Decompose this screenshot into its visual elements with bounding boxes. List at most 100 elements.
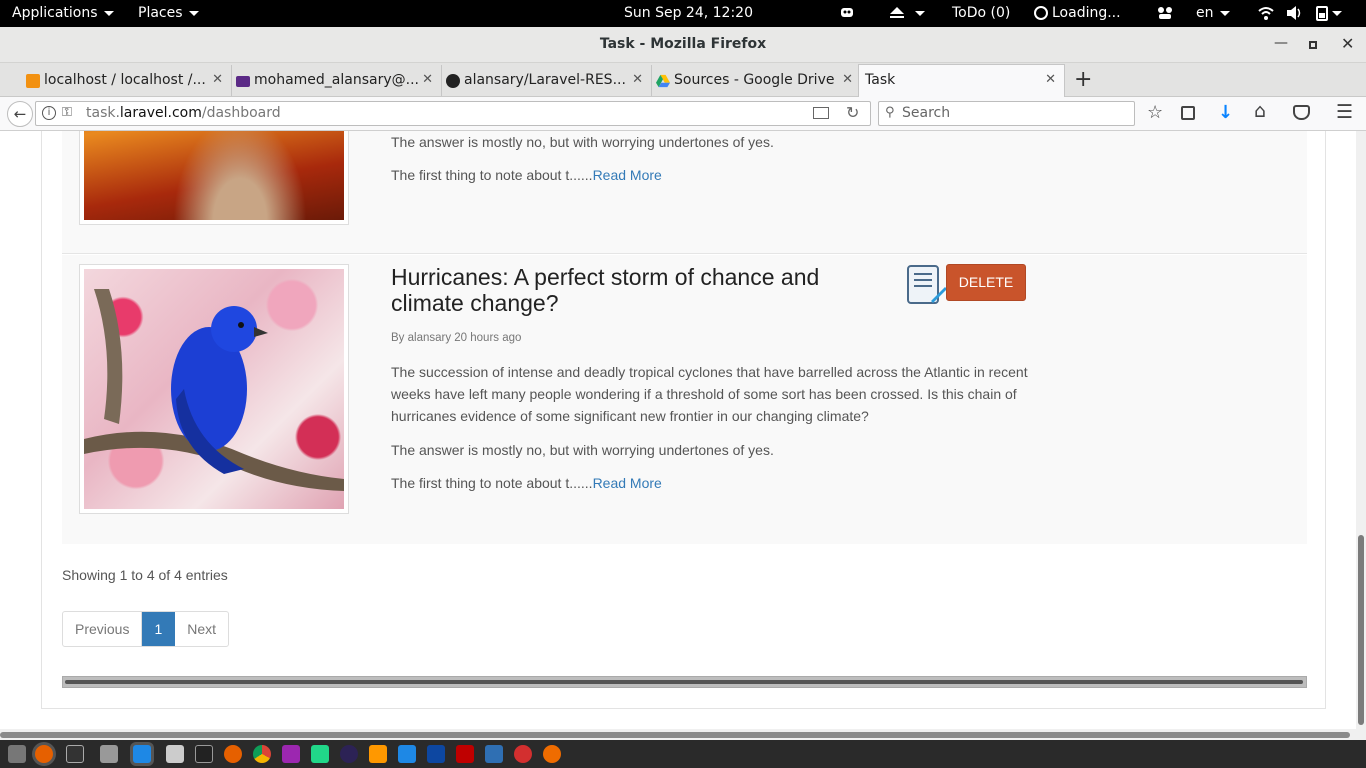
text-editor-icon[interactable] (166, 745, 184, 763)
edit-icon[interactable] (907, 265, 947, 305)
pycharm-icon[interactable] (311, 745, 329, 763)
eject-icon[interactable] (889, 4, 925, 24)
back-icon[interactable]: ← (7, 101, 33, 127)
bookmarks-library-icon[interactable] (1181, 106, 1195, 120)
filezilla-icon[interactable] (456, 745, 474, 763)
mail-icon (236, 76, 250, 87)
terminal-icon[interactable] (66, 745, 84, 763)
github-icon (446, 74, 460, 88)
person-icon (1034, 6, 1048, 20)
page-1-button[interactable]: 1 (142, 612, 176, 646)
robot-icon[interactable] (839, 4, 855, 24)
firefox-icon[interactable] (224, 745, 242, 763)
search-bar[interactable]: ⚲ Search (878, 101, 1135, 126)
post-teaser: The first thing to note about t......Rea… (391, 472, 1031, 494)
places-label: Places (138, 5, 183, 21)
close-tab-icon[interactable]: ✕ (632, 72, 643, 87)
downloads-icon[interactable]: ↓ (1218, 102, 1233, 123)
close-tab-icon[interactable]: ✕ (842, 72, 853, 87)
phpmyadmin-icon (26, 74, 40, 88)
gimp-icon[interactable] (543, 745, 561, 763)
close-tab-icon[interactable]: ✕ (212, 72, 223, 87)
firefox-icon[interactable] (35, 745, 53, 763)
files-icon[interactable] (100, 745, 118, 763)
scrollbar-thumb[interactable] (0, 732, 1350, 738)
tab-label: Sources - Google Drive (674, 72, 835, 88)
minimize-icon[interactable]: — (1274, 35, 1288, 51)
gnome-foot-icon[interactable] (8, 745, 26, 763)
eclipse-icon[interactable] (340, 745, 358, 763)
bookmark-star-icon[interactable]: ☆ (1147, 102, 1163, 123)
delete-button[interactable]: DELETE (946, 264, 1026, 301)
close-icon[interactable]: ✕ (1341, 34, 1354, 53)
terminal-icon[interactable] (195, 745, 213, 763)
new-tab-icon[interactable]: + (1074, 67, 1092, 92)
scrollbar-thumb[interactable] (1358, 535, 1364, 725)
taskbar (0, 740, 1366, 768)
autumn-path-image (84, 131, 344, 220)
todo-indicator[interactable]: ToDo (0) (952, 5, 1010, 21)
page-content: The answer is mostly no, but with worryi… (0, 131, 1356, 729)
post-title[interactable]: Hurricanes: A perfect storm of chance an… (391, 264, 891, 316)
page-horizontal-scrollbar[interactable] (0, 729, 1366, 740)
clock[interactable]: Sun Sep 24, 12:20 (624, 5, 753, 21)
wifi-icon[interactable] (1258, 5, 1274, 25)
language-menu[interactable]: en (1196, 5, 1230, 21)
chrome-icon[interactable] (253, 745, 271, 763)
scrollbar-thumb[interactable] (65, 680, 1303, 684)
tab-phpmyadmin[interactable]: localhost / localhost /... ✕ (20, 65, 232, 96)
menu-icon[interactable]: ☰ (1336, 101, 1353, 123)
post-answer: The answer is mostly no, but with worryi… (391, 134, 774, 150)
reload-icon[interactable]: ↻ (846, 103, 859, 122)
applications-menu[interactable]: Applications (12, 5, 114, 21)
reader-view-icon[interactable] (813, 107, 829, 119)
url-text: task.laravel.com/dashboard (86, 105, 281, 121)
phpstorm-icon[interactable] (282, 745, 300, 763)
read-more-link[interactable]: Read More (593, 475, 662, 491)
previous-page-button[interactable]: Previous (63, 612, 143, 646)
maximize-icon[interactable] (1309, 37, 1317, 53)
pagination: Previous 1 Next (62, 611, 230, 647)
next-page-button[interactable]: Next (175, 612, 228, 646)
vscode-icon[interactable] (398, 745, 416, 763)
post-answer: The answer is mostly no, but with worryi… (391, 442, 774, 458)
places-menu[interactable]: Places (138, 5, 199, 21)
loading-indicator[interactable]: Loading... (1034, 5, 1121, 21)
post-thumbnail[interactable] (79, 264, 349, 514)
page-vertical-scrollbar[interactable] (1356, 131, 1366, 729)
tab-label: alansary/Laravel-RES... (464, 72, 626, 88)
post-byline: By alansary 20 hours ago (391, 332, 522, 344)
pocket-icon[interactable] (1293, 105, 1310, 120)
read-more-link[interactable]: Read More (593, 167, 662, 183)
pidgin-icon[interactable] (1156, 5, 1174, 25)
netbeans-icon[interactable] (427, 745, 445, 763)
window-title-bar: Task - Mozilla Firefox — ✕ (0, 27, 1366, 63)
vscode-icon[interactable] (133, 745, 151, 763)
tab-label: mohamed_alansary@... (254, 72, 419, 88)
umlet-icon[interactable] (514, 745, 532, 763)
close-tab-icon[interactable]: ✕ (422, 72, 433, 87)
tab-google-drive[interactable]: Sources - Google Drive ✕ (650, 65, 862, 96)
post-thumbnail[interactable] (79, 131, 349, 225)
applications-label: Applications (12, 5, 98, 21)
navigation-bar: ← i ⚿ task.laravel.com/dashboard ↻ ⚲ Sea… (0, 97, 1366, 131)
tab-yahoo-mail[interactable]: mohamed_alansary@... ✕ (230, 65, 442, 96)
info-icon[interactable]: i (42, 106, 56, 120)
key-icon: ⚿ (62, 105, 72, 120)
home-icon[interactable]: ⌂ (1254, 100, 1266, 122)
postman-icon[interactable] (485, 745, 503, 763)
url-bar[interactable]: i ⚿ task.laravel.com/dashboard ↻ (35, 101, 871, 126)
url-subdomain: task. (86, 105, 120, 121)
post-teaser: The first thing to note about t......Rea… (391, 164, 1031, 186)
tab-bar: localhost / localhost /... ✕ mohamed_ala… (0, 63, 1366, 97)
table-horizontal-scrollbar[interactable] (62, 676, 1307, 688)
google-drive-icon (656, 74, 670, 88)
sublime-icon[interactable] (369, 745, 387, 763)
tab-task[interactable]: Task ✕ (858, 64, 1065, 97)
tab-github[interactable]: alansary/Laravel-RES... ✕ (440, 65, 652, 96)
close-tab-icon[interactable]: ✕ (1045, 72, 1056, 87)
volume-icon[interactable] (1286, 5, 1302, 25)
battery-icon[interactable] (1316, 5, 1342, 25)
url-path: /dashboard (201, 105, 281, 121)
url-host: laravel.com (119, 105, 202, 121)
